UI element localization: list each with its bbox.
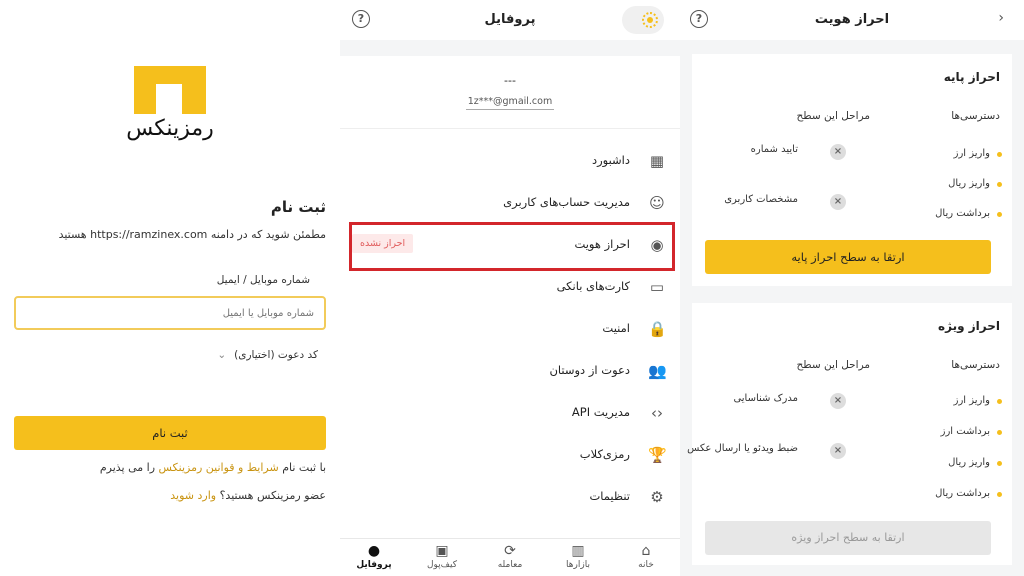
access-header: دسترسی‌ها: [951, 110, 1000, 122]
profile-icon: ●: [367, 543, 381, 559]
nav-tab-label: کیف‌پول: [426, 560, 457, 570]
user-email: 1z***@gmail.com: [466, 96, 554, 110]
special-level-card: احراز ویژه دسترسی‌ها مراحل این سطح واریز…: [687, 303, 1012, 565]
lock-icon: 🔒: [648, 320, 667, 338]
upgrade-basic-button[interactable]: ارتقا به سطح احراز پایه: [705, 240, 991, 274]
terms-text: با ثبت نام شرایط و قوانین رمزینکس را می …: [100, 461, 326, 474]
step-item: مشخصات کاربری: [724, 194, 798, 205]
incomplete-x-icon: ×: [830, 144, 846, 160]
login-link[interactable]: وارد شوید: [170, 489, 216, 502]
special-level-title: احراز ویژه: [938, 319, 1000, 333]
member-prompt: عضو رمزینکس هستید؟ وارد شوید: [170, 489, 326, 502]
nav-tab[interactable]: ⌂ خانه: [612, 542, 680, 570]
invite-code-toggle[interactable]: کد دعوت (اختیاری) ⌄: [217, 349, 318, 361]
user-name: ---: [504, 74, 516, 87]
page-title: ثبت نام: [270, 198, 326, 216]
menu-item[interactable]: 👥 دعوت از دوستان: [340, 351, 680, 391]
access-item: برداشت ریال: [935, 488, 1002, 499]
user-icon: ☺: [649, 194, 665, 212]
trade-icon: ⟳: [504, 543, 516, 559]
step-item: مدرک شناسایی: [733, 393, 798, 404]
menu-item-label: مدیریت API: [571, 405, 630, 419]
signup-button[interactable]: ثبت نام: [14, 416, 326, 450]
add-user-icon: 👥: [648, 362, 667, 380]
menu-item-label: تنظیمات: [589, 489, 630, 503]
nav-tab-label: بازارها: [566, 560, 590, 570]
terms-prefix: با ثبت نام: [282, 461, 326, 474]
menu-item[interactable]: ▭ کارت‌های بانکی: [340, 267, 680, 307]
sun-icon: [642, 12, 658, 28]
card-icon: ▭: [649, 278, 665, 296]
theme-toggle[interactable]: [622, 6, 664, 34]
nav-tab[interactable]: ● پروفایل: [340, 542, 408, 570]
step-item: ضبط ویدئو یا ارسال عکس: [687, 443, 798, 454]
menu-item[interactable]: ‹› مدیریت API: [340, 393, 680, 433]
gear-icon: ⚙: [650, 488, 664, 506]
trophy-icon: 🏆: [648, 446, 667, 464]
menu-item-label: کارت‌های بانکی: [556, 279, 630, 293]
nav-tab[interactable]: ▥ بازارها: [544, 542, 612, 570]
code-icon: ‹›: [651, 404, 663, 422]
signup-panel: رمزینکس ثبت نام مطمئن شوید که در دامنه h…: [0, 0, 340, 576]
divider: [340, 128, 680, 129]
upgrade-special-button[interactable]: ارتقا به سطح احراز ویژه: [705, 521, 991, 555]
menu-item-label: رمزی‌کلاب: [579, 447, 630, 461]
logo-text: رمزینکس: [126, 116, 214, 141]
access-item: واریز ارز: [953, 395, 1003, 406]
basic-level-card: احراز پایه دسترسی‌ها مراحل این سطح واریز…: [692, 54, 1012, 286]
kyc-header: ? احراز هویت ›: [680, 0, 1024, 40]
menu-item-label: مدیریت حساب‌های کاربری: [503, 195, 630, 209]
menu-item[interactable]: 🔒 امنیت: [340, 309, 680, 349]
markets-icon: ▥: [571, 543, 585, 559]
kyc-panel: ? احراز هویت › احراز پایه دسترسی‌ها مراح…: [680, 0, 1024, 576]
access-item: واریز ریال: [948, 178, 1002, 189]
field-label: شماره موبایل / ایمیل: [216, 274, 310, 286]
domain-notice: مطمئن شوید که در دامنه https://ramzinex.…: [58, 228, 326, 241]
profile-header: ? پروفایل: [340, 0, 680, 40]
menu-item[interactable]: 🏆 رمزی‌کلاب: [340, 435, 680, 475]
access-item: واریز ریال: [948, 457, 1002, 468]
steps-header: مراحل این سطح: [796, 110, 870, 122]
ramzinex-logo: رمزینکس: [100, 62, 240, 146]
wallet-icon: ▣: [435, 543, 449, 559]
logo-mark: [134, 66, 206, 114]
nav-tab[interactable]: ⟳ معامله: [476, 542, 544, 570]
bottom-nav: ⌂ خانه ▥ بازارها ⟳ معامله ▣ کیف‌پول ● پروفایل: [340, 538, 680, 576]
page-title: احراز هویت: [814, 12, 890, 27]
access-item: برداشت ارز: [940, 426, 1003, 437]
nav-tab-label: معامله: [497, 560, 523, 570]
invite-code-label: کد دعوت (اختیاری): [234, 349, 318, 361]
nav-tab-label: خانه: [638, 560, 654, 570]
menu-item[interactable]: ☺ مدیریت حساب‌های کاربری: [340, 183, 680, 223]
menu-item[interactable]: ▦ داشبورد: [340, 141, 680, 181]
access-item: برداشت ریال: [935, 208, 1002, 219]
incomplete-x-icon: ×: [830, 443, 846, 459]
access-item: واریز ارز: [953, 148, 1003, 159]
incomplete-x-icon: ×: [830, 393, 846, 409]
access-header: دسترسی‌ها: [951, 359, 1000, 371]
highlight-box: [349, 222, 675, 271]
grid-icon: ▦: [649, 152, 665, 170]
menu-item-label: امنیت: [602, 321, 630, 335]
member-question: عضو رمزینکس هستید؟: [219, 489, 326, 502]
steps-header: مراحل این سطح: [796, 359, 870, 371]
nav-tab-label: پروفایل: [356, 560, 392, 570]
menu-item-label: دعوت از دوستان: [549, 363, 630, 377]
step-item: تایید شماره: [750, 144, 798, 155]
basic-level-title: احراز پایه: [943, 70, 1000, 84]
incomplete-x-icon: ×: [830, 194, 846, 210]
home-icon: ⌂: [641, 543, 651, 559]
menu-item-label: داشبورد: [591, 153, 630, 167]
nav-tab[interactable]: ▣ کیف‌پول: [408, 542, 476, 570]
terms-link[interactable]: شرایط و قوانین رمزینکس: [159, 461, 279, 474]
profile-panel: ? پروفایل --- 1z***@gmail.com ▦ داشبورد ☺ م…: [340, 0, 680, 576]
chevron-down-icon: ⌄: [217, 349, 227, 361]
terms-suffix: را می پذیرم: [99, 461, 156, 474]
back-arrow-icon[interactable]: ›: [998, 10, 1004, 26]
profile-card: --- 1z***@gmail.com ▦ داشبورد ☺ مدیریت حساب…: [340, 56, 680, 538]
menu-item[interactable]: ⚙ تنظیمات: [340, 477, 680, 517]
mobile-email-input[interactable]: [14, 296, 326, 330]
